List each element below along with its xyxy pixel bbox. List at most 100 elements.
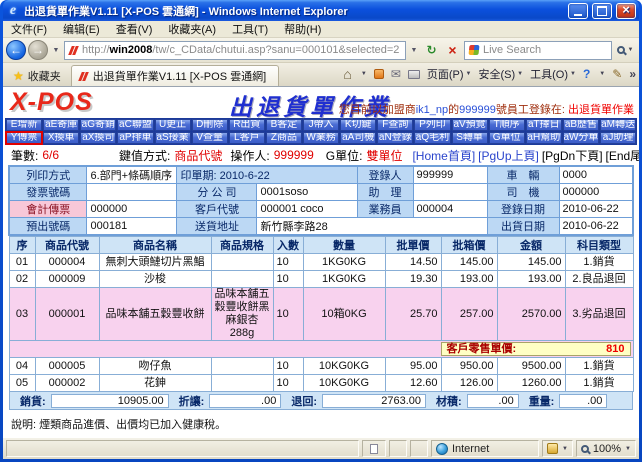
maximize-button[interactable] [592, 3, 612, 19]
pos-button-r1-13[interactable]: aV預覽 [452, 119, 488, 131]
pos-toolbar: E增新aE寄庫aG寄銷aC聯盟U更正D刪除R出貨B客定J帶入K切鍵F查詢P列印a… [3, 118, 639, 145]
pos-button-r2-7[interactable]: L客戶 [229, 132, 265, 144]
feed-icon[interactable] [374, 69, 384, 79]
address-dropdown[interactable] [408, 41, 420, 60]
zoom-control[interactable]: 100% [576, 440, 636, 457]
edit-icon[interactable] [612, 67, 622, 81]
form-field-r4-4[interactable]: 新竹縣李路28 [257, 218, 487, 236]
search-button[interactable] [614, 41, 636, 60]
menu-bar: 文件(F)编辑(E)查看(V)收藏夹(A)工具(T)帮助(H) [3, 21, 639, 38]
nav-key-3[interactable]: [End尾頁] [606, 147, 639, 164]
pos-button-r2-1[interactable]: Y傳票 [6, 132, 42, 144]
mail-icon[interactable] [391, 67, 401, 81]
pos-button-r1-4[interactable]: aC聯盟 [117, 119, 153, 131]
pos-button-r2-11[interactable]: aN登錄 [377, 132, 413, 144]
form-field-r4-2[interactable]: 000181 [87, 218, 177, 236]
close-button[interactable] [616, 3, 636, 19]
form-field-r3-4[interactable]: 000001 coco [257, 201, 357, 218]
items-header-3: 商品規格 [211, 237, 273, 254]
pos-button-r2-16[interactable]: aW分單 [563, 132, 599, 144]
chevron-down-icon [562, 446, 568, 452]
forward-button[interactable] [28, 40, 48, 60]
pos-button-r2-13[interactable]: S轉單 [452, 132, 488, 144]
help-icon[interactable] [583, 67, 590, 81]
command-button-0[interactable]: 页面(P) [427, 66, 472, 82]
key-mode-value: 商品代號 [174, 147, 222, 164]
table-row-3[interactable]: 03000001品味本舖五穀豐收餅品味本舖五穀豐收餅黑麻銀杏288g1010箱0… [9, 288, 633, 341]
form-field-r2-2[interactable] [87, 184, 177, 201]
pos-button-r2-4[interactable]: aP排車 [117, 132, 153, 144]
status-message-area [6, 440, 359, 457]
pos-button-r2-5[interactable]: aS接業 [155, 132, 191, 144]
item-cell-r1-c9: 145.00 [497, 254, 565, 271]
pos-button-r2-17[interactable]: aJ助理 [600, 132, 636, 144]
stop-button[interactable] [443, 41, 462, 60]
pos-button-r2-9[interactable]: W業務 [303, 132, 339, 144]
back-button[interactable] [6, 40, 26, 60]
globe-icon [436, 443, 448, 455]
pos-button-r1-2[interactable]: aE寄庫 [43, 119, 79, 131]
order-form: 列印方式6.部門+條碼順序印單期: 2010-6-22登錄人999999車 輛0… [8, 165, 634, 236]
menu-item-3[interactable]: 收藏夹(A) [160, 20, 224, 38]
menu-item-0[interactable]: 文件(F) [3, 20, 55, 38]
favorites-button[interactable]: 收藏夹 [6, 66, 68, 86]
form-field-r4-6[interactable]: 2010-06-22 [559, 218, 633, 236]
pos-button-r2-10[interactable]: aA司機 [340, 132, 376, 144]
item-cell-r2-c4 [211, 271, 273, 288]
pos-button-r1-17[interactable]: aM轉送 [600, 119, 636, 131]
form-field-r3-6[interactable]: 000004 [413, 201, 487, 218]
item-cell-r4-c7: 95.00 [385, 358, 441, 375]
nav-key-1[interactable]: [PgUp上頁] [478, 147, 539, 164]
form-field-r3-8[interactable]: 2010-06-22 [559, 201, 633, 218]
address-input[interactable]: http://win2008/tw/c_CData/chutui.asp?san… [64, 41, 406, 60]
refresh-button[interactable] [422, 41, 441, 60]
command-button-2[interactable]: 工具(O) [530, 66, 576, 82]
form-field-r2-6[interactable] [413, 184, 487, 201]
pos-button-r2-12[interactable]: aQ毛利 [414, 132, 450, 144]
minimize-button[interactable] [568, 3, 588, 19]
pos-button-r1-3[interactable]: aG寄銷 [80, 119, 116, 131]
pos-button-r1-12[interactable]: P列印 [414, 119, 450, 131]
menu-item-4[interactable]: 工具(T) [224, 20, 276, 38]
table-row-2[interactable]: 02000009沙梭101KG0KG19.30193.00193.002.良品退… [9, 271, 633, 288]
item-cell-r1-c5: 10 [273, 254, 303, 271]
pos-button-r2-2[interactable]: X換車 [43, 132, 79, 144]
nav-key-0[interactable]: [Home首頁] [412, 147, 475, 164]
chevron-down-icon [517, 71, 523, 77]
nav-key-2[interactable]: [PgDn下頁] [542, 147, 603, 164]
pos-button-r1-15[interactable]: aT擇日 [526, 119, 562, 131]
form-field-r3-2[interactable]: 000000 [87, 201, 177, 218]
search-input[interactable]: Live Search [464, 41, 612, 60]
pos-button-r1-5[interactable]: U更正 [155, 119, 191, 131]
pos-button-r1-1[interactable]: E增新 [6, 119, 42, 131]
form-field-r2-4[interactable]: 0001soso [257, 184, 357, 201]
form-field-r1-7[interactable]: 0000 [559, 166, 633, 184]
form-field-r2-8[interactable]: 000000 [559, 184, 633, 201]
tab-bar: 收藏夹 出退貨單作業V1.11 [X-POS 雲通網] 页面(P) 安全(S) 工具… [3, 63, 639, 86]
pos-button-r2-14[interactable]: G單位 [489, 132, 525, 144]
pos-button-r1-14[interactable]: T順序 [489, 119, 525, 131]
pos-button-r1-16[interactable]: aB歷售 [563, 119, 599, 131]
table-row-4[interactable]: 04000005吻仔魚1010KG0KG95.00950.009500.001.… [9, 358, 633, 375]
home-icon[interactable] [343, 66, 351, 82]
table-row-1[interactable]: 01000004無刺大頭鰱切片黑鯧101KG0KG14.50145.00145.… [9, 254, 633, 271]
pos-button-r2-8[interactable]: Z商品 [266, 132, 302, 144]
menu-item-2[interactable]: 查看(V) [108, 20, 161, 38]
nav-history-dropdown[interactable] [50, 41, 62, 60]
tab-active[interactable]: 出退貨單作業V1.11 [X-POS 雲通網] [71, 65, 279, 86]
pos-button-r2-15[interactable]: aH幫助 [526, 132, 562, 144]
form-field-r1-2[interactable]: 6.部門+條碼順序 [87, 166, 177, 184]
print-icon[interactable] [408, 70, 420, 79]
command-button-1[interactable]: 安全(S) [478, 66, 523, 82]
table-row-5[interactable]: 05000002花鉮1010KG0KG12.60126.001260.001.銷… [9, 375, 633, 392]
overflow-chevron-icon[interactable] [629, 67, 636, 81]
pos-button-r2-3[interactable]: aX換司 [80, 132, 116, 144]
form-field-r1-5[interactable]: 999999 [413, 166, 487, 184]
total-label-4: 重量: [521, 393, 558, 409]
pos-button-r1-6[interactable]: D刪除 [192, 119, 228, 131]
menu-item-1[interactable]: 编辑(E) [55, 20, 108, 38]
security-status[interactable] [542, 440, 573, 457]
pos-button-r2-6[interactable]: V查量 [192, 132, 228, 144]
menu-item-5[interactable]: 帮助(H) [276, 20, 329, 38]
item-cell-r5-c7: 12.60 [385, 375, 441, 392]
